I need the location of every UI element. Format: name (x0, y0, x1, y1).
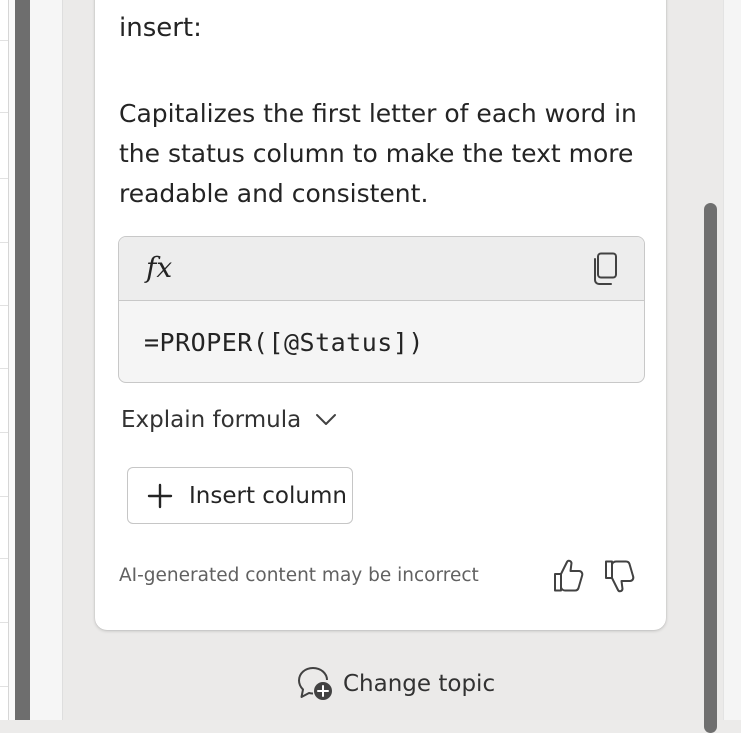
insert-column-label: Insert column (189, 482, 347, 509)
pane-left-border (30, 0, 63, 720)
change-topic-button[interactable]: Change topic (296, 666, 495, 702)
response-description: Capitalizes the first letter of each wor… (119, 99, 637, 208)
formula-header: fx (119, 237, 644, 301)
plus-icon (147, 483, 173, 509)
grid-line (0, 40, 8, 41)
grid-line (0, 242, 8, 243)
chevron-down-icon (315, 413, 337, 427)
copy-formula-button[interactable] (585, 249, 625, 289)
insert-column-button[interactable]: Insert column (127, 467, 353, 524)
spreadsheet-grid-edge (0, 0, 9, 720)
grid-line (0, 558, 8, 559)
grid-line (0, 686, 8, 687)
explain-formula-toggle[interactable]: Explain formula (121, 404, 337, 436)
formula-box: fx =PROPER([@Status]) (118, 236, 645, 383)
ai-disclaimer: AI-generated content may be incorrect (119, 565, 479, 586)
scrollbar-thumb[interactable] (704, 203, 717, 733)
response-intro-text: insert: (119, 13, 202, 43)
thumbs-down-icon (605, 560, 635, 593)
explain-formula-label: Explain formula (121, 407, 302, 433)
formula-code[interactable]: =PROPER([@Status]) (144, 327, 424, 359)
thumbs-down-button[interactable] (602, 557, 636, 595)
chat-add-icon (298, 667, 332, 700)
change-topic-label: Change topic (343, 671, 496, 697)
grid-line (0, 368, 8, 369)
grid-line (0, 305, 8, 306)
scrollbar-track[interactable] (723, 0, 741, 720)
grid-line (0, 622, 8, 623)
thumbs-up-button[interactable] (551, 557, 585, 595)
copy-icon (594, 252, 617, 285)
grid-line (0, 432, 8, 433)
thumbs-up-icon (554, 559, 584, 592)
grid-line (0, 496, 8, 497)
grid-line (0, 178, 8, 179)
grid-line (0, 112, 8, 113)
fx-icon: fx (146, 251, 173, 284)
pane-splitter[interactable] (15, 0, 30, 720)
